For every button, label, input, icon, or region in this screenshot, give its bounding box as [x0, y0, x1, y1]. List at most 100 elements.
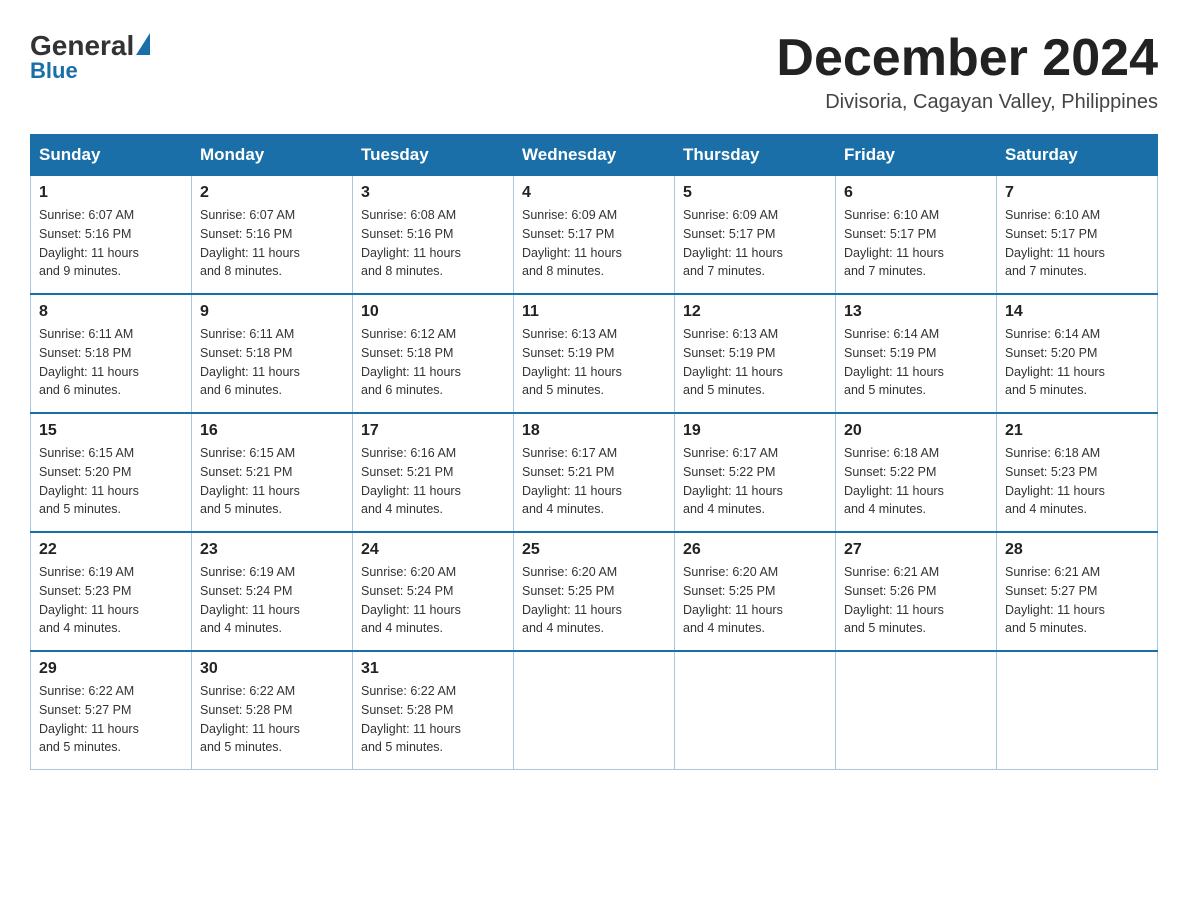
day-info: Sunrise: 6:12 AMSunset: 5:18 PMDaylight:…	[361, 325, 505, 400]
day-info: Sunrise: 6:22 AMSunset: 5:28 PMDaylight:…	[200, 682, 344, 757]
day-number: 31	[361, 660, 505, 678]
calendar-cell: 22 Sunrise: 6:19 AMSunset: 5:23 PMDayligh…	[31, 532, 192, 651]
day-info: Sunrise: 6:11 AMSunset: 5:18 PMDaylight:…	[39, 325, 183, 400]
day-number: 28	[1005, 541, 1149, 559]
day-info: Sunrise: 6:11 AMSunset: 5:18 PMDaylight:…	[200, 325, 344, 400]
page-header: General Blue December 2024 Divisoria, Ca…	[30, 30, 1158, 114]
calendar-table: SundayMondayTuesdayWednesdayThursdayFrid…	[30, 134, 1158, 770]
day-info: Sunrise: 6:07 AMSunset: 5:16 PMDaylight:…	[39, 206, 183, 281]
day-number: 5	[683, 184, 827, 202]
day-number: 14	[1005, 303, 1149, 321]
day-info: Sunrise: 6:19 AMSunset: 5:23 PMDaylight:…	[39, 563, 183, 638]
calendar-cell: 4 Sunrise: 6:09 AMSunset: 5:17 PMDaylight…	[514, 176, 675, 295]
day-info: Sunrise: 6:08 AMSunset: 5:16 PMDaylight:…	[361, 206, 505, 281]
calendar-header-row: SundayMondayTuesdayWednesdayThursdayFrid…	[31, 135, 1158, 176]
calendar-cell	[675, 651, 836, 770]
logo-blue-text: Blue	[30, 58, 78, 84]
calendar-cell: 11 Sunrise: 6:13 AMSunset: 5:19 PMDayligh…	[514, 294, 675, 413]
day-info: Sunrise: 6:13 AMSunset: 5:19 PMDaylight:…	[683, 325, 827, 400]
calendar-cell: 17 Sunrise: 6:16 AMSunset: 5:21 PMDayligh…	[353, 413, 514, 532]
calendar-cell: 23Sunrise: 6:19 AMSunset: 5:24 PMDayligh…	[192, 532, 353, 651]
calendar-cell: 16Sunrise: 6:15 AMSunset: 5:21 PMDayligh…	[192, 413, 353, 532]
calendar-cell: 10 Sunrise: 6:12 AMSunset: 5:18 PMDayligh…	[353, 294, 514, 413]
month-title: December 2024	[776, 30, 1158, 87]
day-number: 22	[39, 541, 183, 559]
day-number: 25	[522, 541, 666, 559]
day-info: Sunrise: 6:18 AMSunset: 5:23 PMDaylight:…	[1005, 444, 1149, 519]
day-info: Sunrise: 6:16 AMSunset: 5:21 PMDaylight:…	[361, 444, 505, 519]
day-number: 20	[844, 422, 988, 440]
column-header-saturday: Saturday	[997, 135, 1158, 176]
calendar-cell: 6Sunrise: 6:10 AMSunset: 5:17 PMDaylight…	[836, 176, 997, 295]
title-section: December 2024 Divisoria, Cagayan Valley,…	[776, 30, 1158, 114]
day-info: Sunrise: 6:09 AMSunset: 5:17 PMDaylight:…	[683, 206, 827, 281]
calendar-cell	[514, 651, 675, 770]
column-header-monday: Monday	[192, 135, 353, 176]
calendar-week-row: 15 Sunrise: 6:15 AMSunset: 5:20 PMDayligh…	[31, 413, 1158, 532]
day-number: 7	[1005, 184, 1149, 202]
logo: General Blue	[30, 30, 150, 84]
day-number: 21	[1005, 422, 1149, 440]
day-number: 1	[39, 184, 183, 202]
column-header-sunday: Sunday	[31, 135, 192, 176]
day-info: Sunrise: 6:20 AMSunset: 5:24 PMDaylight:…	[361, 563, 505, 638]
day-info: Sunrise: 6:10 AMSunset: 5:17 PMDaylight:…	[1005, 206, 1149, 281]
day-number: 10	[361, 303, 505, 321]
calendar-cell: 30 Sunrise: 6:22 AMSunset: 5:28 PMDayligh…	[192, 651, 353, 770]
day-info: Sunrise: 6:18 AMSunset: 5:22 PMDaylight:…	[844, 444, 988, 519]
calendar-cell: 26 Sunrise: 6:20 AMSunset: 5:25 PMDayligh…	[675, 532, 836, 651]
day-info: Sunrise: 6:20 AMSunset: 5:25 PMDaylight:…	[683, 563, 827, 638]
day-number: 12	[683, 303, 827, 321]
day-info: Sunrise: 6:13 AMSunset: 5:19 PMDaylight:…	[522, 325, 666, 400]
day-number: 26	[683, 541, 827, 559]
day-number: 4	[522, 184, 666, 202]
day-number: 15	[39, 422, 183, 440]
calendar-cell	[997, 651, 1158, 770]
day-info: Sunrise: 6:22 AMSunset: 5:27 PMDaylight:…	[39, 682, 183, 757]
location-subtitle: Divisoria, Cagayan Valley, Philippines	[776, 91, 1158, 114]
calendar-cell: 19 Sunrise: 6:17 AMSunset: 5:22 PMDayligh…	[675, 413, 836, 532]
day-number: 30	[200, 660, 344, 678]
calendar-cell: 18Sunrise: 6:17 AMSunset: 5:21 PMDayligh…	[514, 413, 675, 532]
calendar-cell: 21 Sunrise: 6:18 AMSunset: 5:23 PMDayligh…	[997, 413, 1158, 532]
calendar-cell: 3 Sunrise: 6:08 AMSunset: 5:16 PMDaylight…	[353, 176, 514, 295]
day-number: 16	[200, 422, 344, 440]
calendar-cell: 12 Sunrise: 6:13 AMSunset: 5:19 PMDayligh…	[675, 294, 836, 413]
day-info: Sunrise: 6:15 AMSunset: 5:20 PMDaylight:…	[39, 444, 183, 519]
day-info: Sunrise: 6:20 AMSunset: 5:25 PMDaylight:…	[522, 563, 666, 638]
calendar-cell: 8Sunrise: 6:11 AMSunset: 5:18 PMDaylight…	[31, 294, 192, 413]
calendar-cell: 27 Sunrise: 6:21 AMSunset: 5:26 PMDayligh…	[836, 532, 997, 651]
calendar-week-row: 8Sunrise: 6:11 AMSunset: 5:18 PMDaylight…	[31, 294, 1158, 413]
day-info: Sunrise: 6:22 AMSunset: 5:28 PMDaylight:…	[361, 682, 505, 757]
day-number: 19	[683, 422, 827, 440]
calendar-cell: 13Sunrise: 6:14 AMSunset: 5:19 PMDayligh…	[836, 294, 997, 413]
day-info: Sunrise: 6:19 AMSunset: 5:24 PMDaylight:…	[200, 563, 344, 638]
column-header-wednesday: Wednesday	[514, 135, 675, 176]
day-number: 27	[844, 541, 988, 559]
day-info: Sunrise: 6:14 AMSunset: 5:20 PMDaylight:…	[1005, 325, 1149, 400]
calendar-cell: 29Sunrise: 6:22 AMSunset: 5:27 PMDayligh…	[31, 651, 192, 770]
calendar-cell: 7 Sunrise: 6:10 AMSunset: 5:17 PMDaylight…	[997, 176, 1158, 295]
day-number: 13	[844, 303, 988, 321]
day-info: Sunrise: 6:21 AMSunset: 5:26 PMDaylight:…	[844, 563, 988, 638]
calendar-cell: 20 Sunrise: 6:18 AMSunset: 5:22 PMDayligh…	[836, 413, 997, 532]
calendar-week-row: 22 Sunrise: 6:19 AMSunset: 5:23 PMDayligh…	[31, 532, 1158, 651]
calendar-cell: 24 Sunrise: 6:20 AMSunset: 5:24 PMDayligh…	[353, 532, 514, 651]
day-number: 24	[361, 541, 505, 559]
day-info: Sunrise: 6:17 AMSunset: 5:22 PMDaylight:…	[683, 444, 827, 519]
day-number: 17	[361, 422, 505, 440]
calendar-cell: 28Sunrise: 6:21 AMSunset: 5:27 PMDayligh…	[997, 532, 1158, 651]
calendar-cell: 14 Sunrise: 6:14 AMSunset: 5:20 PMDayligh…	[997, 294, 1158, 413]
calendar-cell: 2Sunrise: 6:07 AMSunset: 5:16 PMDaylight…	[192, 176, 353, 295]
calendar-cell: 15 Sunrise: 6:15 AMSunset: 5:20 PMDayligh…	[31, 413, 192, 532]
day-number: 11	[522, 303, 666, 321]
day-info: Sunrise: 6:09 AMSunset: 5:17 PMDaylight:…	[522, 206, 666, 281]
calendar-cell	[836, 651, 997, 770]
logo-triangle-icon	[136, 33, 150, 55]
calendar-cell: 5 Sunrise: 6:09 AMSunset: 5:17 PMDaylight…	[675, 176, 836, 295]
day-number: 2	[200, 184, 344, 202]
calendar-cell: 25 Sunrise: 6:20 AMSunset: 5:25 PMDayligh…	[514, 532, 675, 651]
day-number: 3	[361, 184, 505, 202]
column-header-friday: Friday	[836, 135, 997, 176]
day-number: 18	[522, 422, 666, 440]
